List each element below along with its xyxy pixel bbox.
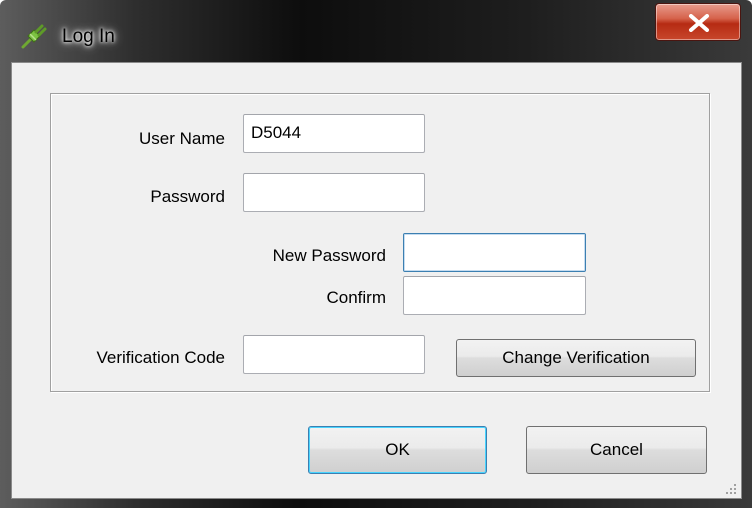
resize-grip-icon[interactable] xyxy=(725,482,737,494)
new-password-input[interactable] xyxy=(403,233,586,272)
new-password-label: New Password xyxy=(272,246,386,265)
dialog-client-area: User Name D5044 Password New Password Co… xyxy=(11,62,742,499)
login-dialog-window: Log In User Name D5044 Password New Pass… xyxy=(0,0,752,508)
window-title: Log In xyxy=(62,26,115,47)
close-button[interactable] xyxy=(655,3,741,41)
verification-code-label: Verification Code xyxy=(96,348,225,367)
title-bar[interactable]: Log In xyxy=(0,0,752,64)
change-verification-button[interactable]: Change Verification xyxy=(456,339,696,377)
password-label: Password xyxy=(150,187,225,206)
username-label: User Name xyxy=(139,129,225,148)
close-icon xyxy=(689,14,709,32)
confirm-label: Confirm xyxy=(326,288,386,307)
password-input[interactable] xyxy=(243,173,425,212)
verification-code-input[interactable] xyxy=(243,335,425,374)
confirm-input[interactable] xyxy=(403,276,586,315)
cancel-button[interactable]: Cancel xyxy=(526,426,707,474)
plug-icon xyxy=(20,22,48,50)
username-input[interactable]: D5044 xyxy=(243,114,425,153)
ok-button[interactable]: OK xyxy=(308,426,487,474)
